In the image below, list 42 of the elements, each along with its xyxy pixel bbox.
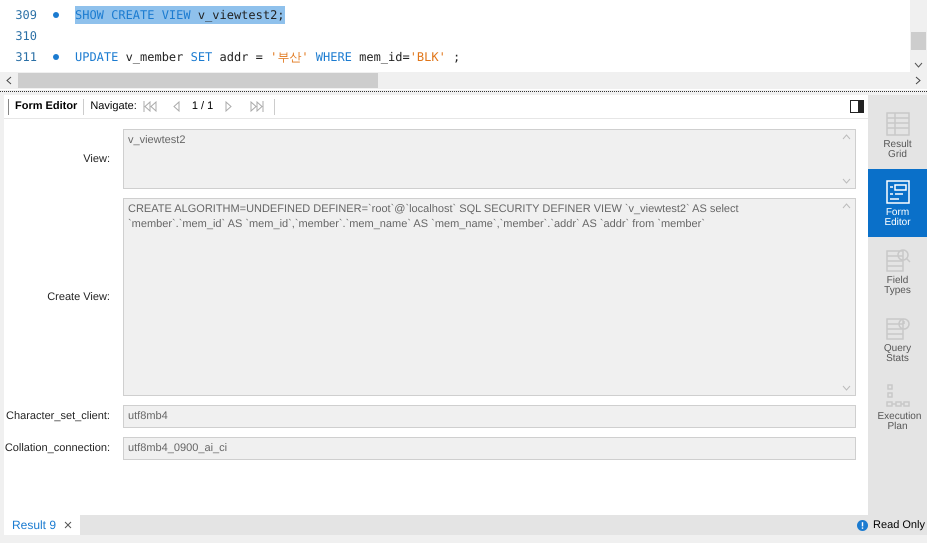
toolbar-title: Form Editor [15,99,78,114]
close-icon[interactable] [64,521,72,529]
horizontal-scrollbar[interactable] [0,72,927,89]
grid-icon [884,110,910,136]
panel-toggle-icon[interactable] [850,100,864,113]
last-page-icon[interactable] [248,101,264,112]
view-switch-item[interactable]: Form Editor [868,169,927,237]
scrollbar-thumb[interactable] [911,32,926,50]
table-search-icon [884,246,910,272]
line-number: 311 [14,48,37,66]
code-line: UPDATE v_member SET addr = '부산' WHERE mem_id='BLK' ; [75,48,460,66]
page-indicator: 1 / 1 [192,99,214,114]
result-tab[interactable]: Result 9 [4,515,80,535]
read-only-status: Read Only [873,518,925,533]
previous-page-icon[interactable] [172,101,180,112]
view-switch-item[interactable]: Result Grid [868,101,927,169]
scroll-right-icon[interactable] [915,76,921,85]
info-icon [857,520,868,530]
text-area[interactable]: CREATE ALGORITHM=UNDEFINED DEFINER=`root`@`localhost` SQL SECURITY DEFINER VIEW `v_viewtest2` AS select `member`.`mem_id` AS `mem_id`,`member`.`mem_name` AS `mem_name`,`member`.`addr` AS `addr` from `member` [123,198,856,396]
view-switch-item[interactable]: Query Stats [868,305,927,373]
field-label: View: [82,152,111,167]
scroll-down-icon[interactable] [914,62,923,68]
scroll-up-icon[interactable] [842,203,851,209]
navigate-label: Navigate: [90,99,137,114]
vertical-scrollbar[interactable] [910,0,927,72]
input-field[interactable]: utf8mb4 [123,405,856,428]
line-number: 309 [14,6,37,24]
input-field[interactable]: utf8mb4_0900_ai_ci [123,437,856,460]
field-label: Collation_connection: [4,441,111,456]
view-switch-item[interactable]: Execution Plan [868,373,927,441]
view-switch-item[interactable]: Field Types [868,237,927,305]
field-label: Create View: [46,290,111,305]
line-number: 310 [14,28,37,44]
scroll-up-icon[interactable] [842,134,851,140]
text-area[interactable]: v_viewtest2 [123,129,856,189]
scrollbar-thumb[interactable] [18,73,378,88]
next-page-icon[interactable] [225,101,232,112]
first-page-icon[interactable] [142,101,159,112]
scroll-left-icon[interactable] [6,76,12,85]
flow-icon [884,382,910,408]
form-icon [884,178,910,204]
field-label: Character_set_client: [5,409,111,424]
